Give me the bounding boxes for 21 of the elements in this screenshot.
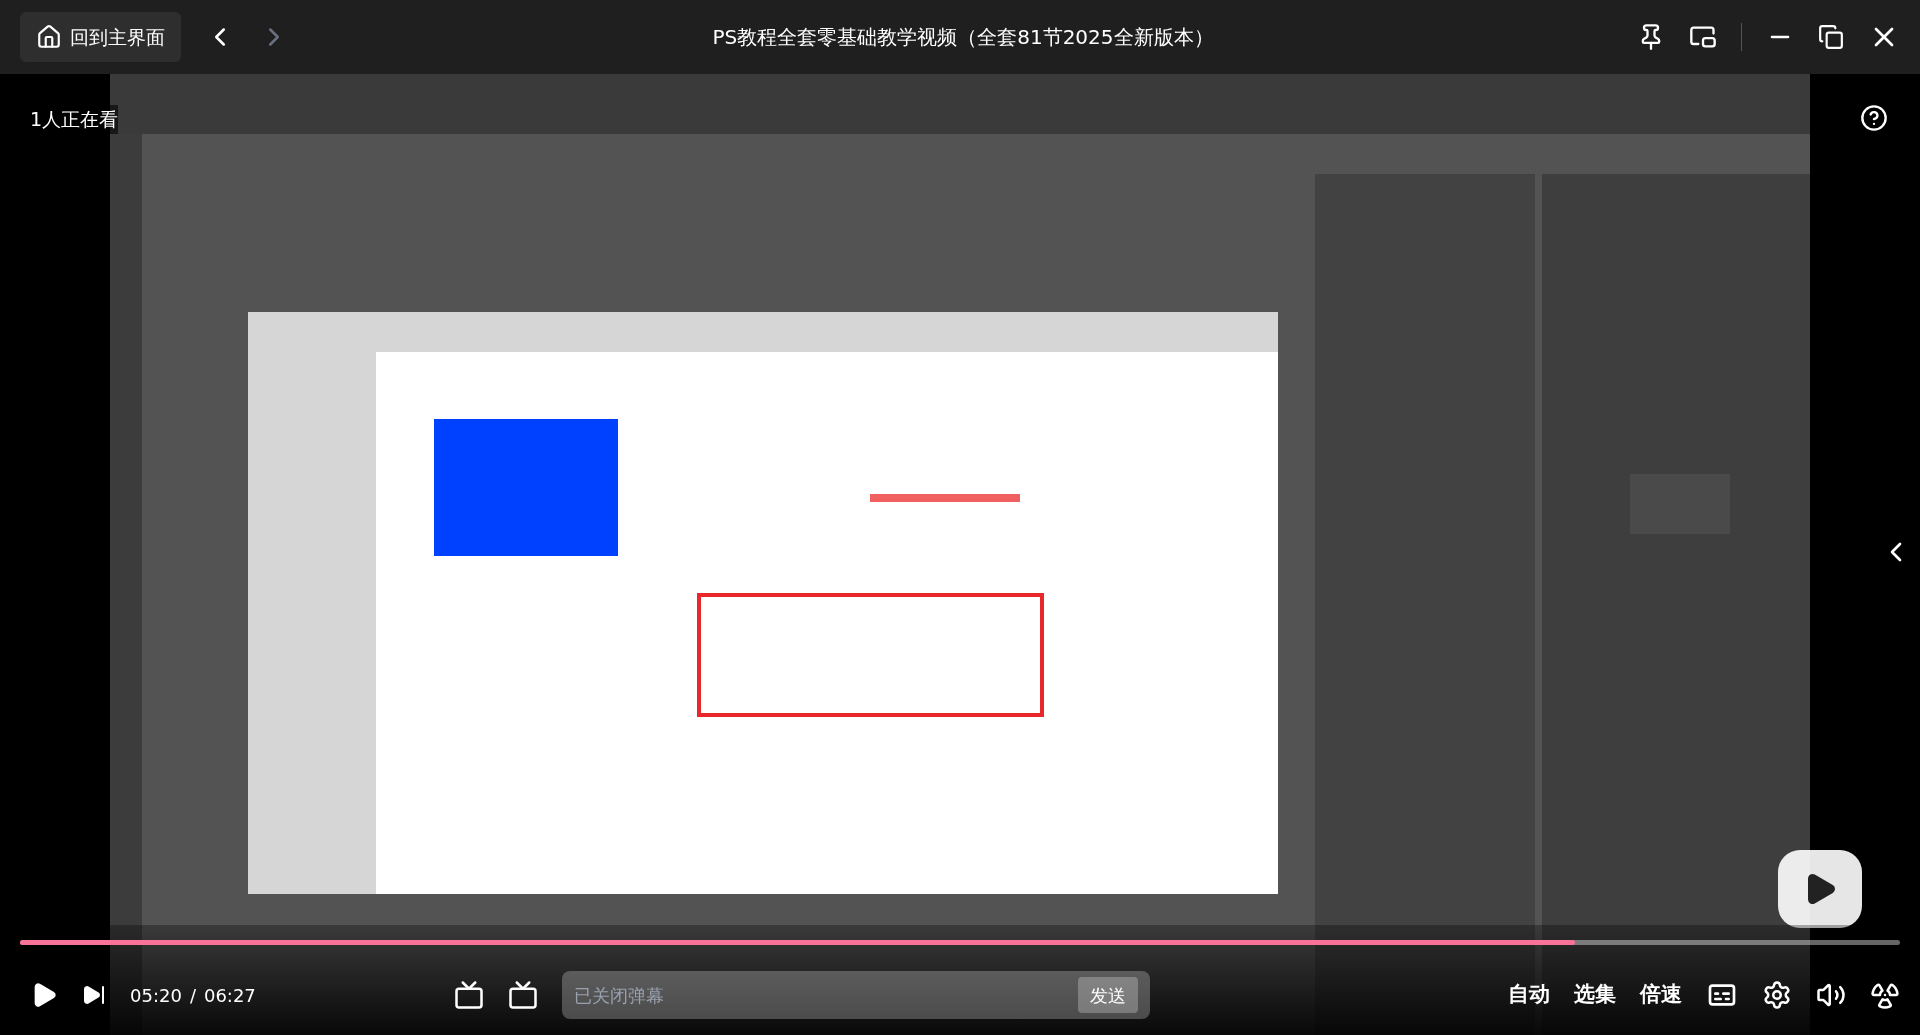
time-separator: / (189, 983, 196, 1008)
restore-icon[interactable] (1818, 24, 1844, 50)
settings-icon[interactable] (1762, 980, 1792, 1010)
danmaku-toggle-icon[interactable] (454, 980, 484, 1010)
next-icon[interactable] (82, 983, 106, 1007)
player-menu-button[interactable]: 选集 (1574, 979, 1616, 1011)
help-icon[interactable] (1860, 104, 1888, 132)
window-title: PS教程全套零基础教学视频（全套81节2025全新版本） (712, 24, 1214, 51)
play-logo-icon (1778, 850, 1862, 928)
home-icon (36, 24, 62, 50)
viewer-count: 1人正在看 (30, 105, 119, 134)
danmaku-settings-icon[interactable] (508, 980, 538, 1010)
player-menu-button[interactable]: 倍速 (1640, 979, 1682, 1011)
home-button[interactable]: 回到主界面 (20, 12, 181, 62)
current-time: 05:20 (130, 983, 182, 1008)
progress-track[interactable] (20, 940, 1900, 945)
radiation-icon[interactable] (1870, 980, 1900, 1010)
danmaku-field[interactable]: 已关闭弹幕 发送 (562, 971, 1150, 1019)
total-time: 06:27 (203, 983, 256, 1008)
send-button[interactable]: 发送 (1078, 977, 1138, 1013)
player-menu-button[interactable]: 自动 (1508, 979, 1550, 1011)
